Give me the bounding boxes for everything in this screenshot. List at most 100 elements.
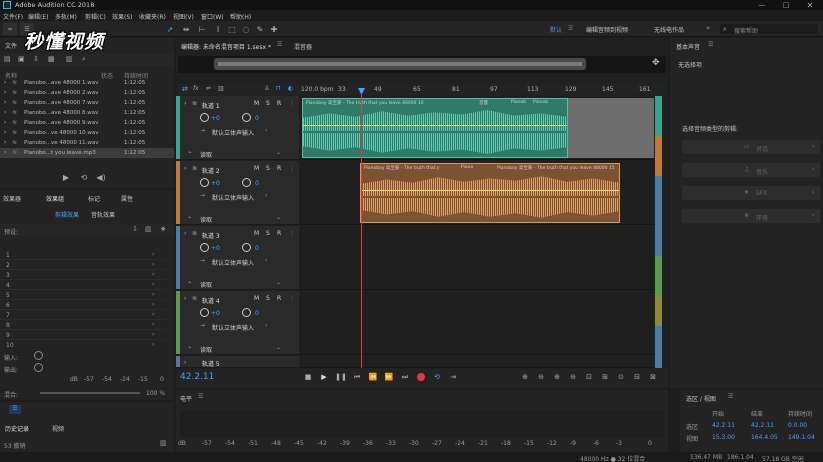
- workspace-default[interactable]: 默认: [550, 25, 562, 34]
- tab-mixer[interactable]: 混音器: [294, 42, 312, 51]
- solo-button[interactable]: S: [266, 165, 270, 172]
- tempo-icon[interactable]: ◐: [288, 85, 293, 92]
- effect-slot[interactable]: 7 ›: [0, 310, 166, 320]
- zoom-out-amplitude-icon[interactable]: ⊖: [536, 372, 546, 382]
- delete-file-icon[interactable]: ▥: [66, 55, 73, 63]
- favorite-icon[interactable]: ★: [160, 225, 166, 233]
- sends-icon[interactable]: ▥: [218, 85, 224, 92]
- input-dropdown-icon[interactable]: ›: [265, 322, 267, 329]
- automation-mode[interactable]: 读取: [200, 150, 212, 159]
- expand-icon[interactable]: ›: [4, 119, 6, 126]
- slip-tool-icon[interactable]: ⊢: [196, 23, 208, 35]
- essential-sound-title[interactable]: 基本声音: [676, 42, 700, 51]
- slot-arrow-icon[interactable]: ›: [152, 321, 154, 328]
- delete-preset-icon[interactable]: ▥: [145, 225, 152, 233]
- effect-slot[interactable]: 2 ›: [0, 260, 166, 270]
- pan-value[interactable]: 0: [255, 115, 259, 122]
- menu-item-window[interactable]: 窗口(W): [201, 12, 224, 21]
- effect-slot[interactable]: 6 ›: [0, 300, 166, 310]
- editor-menu-icon[interactable]: ☰: [277, 41, 282, 48]
- automation-mode[interactable]: 读取: [200, 215, 212, 224]
- volume-value[interactable]: +0: [211, 180, 220, 187]
- tab-history[interactable]: 历史记录: [5, 424, 29, 433]
- volume-knob[interactable]: [200, 243, 209, 252]
- rewind-button[interactable]: ⏪: [368, 372, 378, 382]
- timeline-ruler[interactable]: 120.0 bpm 33 49 65 81 97 113 129 145 161: [300, 84, 654, 95]
- menu-item-edit[interactable]: 编辑(E): [28, 12, 48, 21]
- expand-icon[interactable]: ›: [4, 139, 6, 146]
- selection-start[interactable]: 42.2.11: [712, 422, 735, 429]
- menu-item-multitrack[interactable]: 多轨(M): [55, 12, 77, 21]
- overview-strip[interactable]: ✥: [178, 56, 666, 73]
- new-file-icon[interactable]: ▤: [4, 55, 11, 63]
- slot-arrow-icon[interactable]: ›: [152, 301, 154, 308]
- solo-button[interactable]: S: [266, 295, 270, 302]
- editor-title[interactable]: 编辑器: 未命名混音项目 1.sesx *: [181, 42, 271, 51]
- record-arm-button[interactable]: R: [277, 295, 281, 302]
- razor-tool-icon[interactable]: ⇹: [180, 23, 192, 35]
- track-expand-icon[interactable]: ›: [184, 230, 186, 237]
- selection-duration[interactable]: 0.0.00: [788, 422, 807, 429]
- pan-knob[interactable]: [242, 178, 251, 187]
- input-dropdown-icon[interactable]: ›: [265, 192, 267, 199]
- track-name[interactable]: 轨道 5: [202, 359, 220, 368]
- view-duration[interactable]: 149.1.04: [788, 434, 815, 441]
- zoom-selection-icon[interactable]: ⊞: [600, 372, 610, 382]
- track-input[interactable]: 默认立体声输入: [212, 128, 254, 137]
- files-search-icon[interactable]: ⌕: [82, 55, 86, 64]
- effect-slot[interactable]: 3 ›: [0, 270, 166, 280]
- track-header-1[interactable]: › ≋ 轨道 1 M S R ⋮ +0 0 → 默认立体声输入 › ⌁ 读取 ⌄: [176, 96, 299, 160]
- go-to-start-button[interactable]: ⏮: [352, 372, 362, 382]
- record-arm-button[interactable]: R: [277, 100, 281, 107]
- menu-item-help[interactable]: 帮助(H): [230, 12, 251, 21]
- lane-color-bar[interactable]: [655, 96, 662, 368]
- fast-forward-button[interactable]: ⏩: [384, 372, 394, 382]
- audio-clip[interactable]: Pianoboy 高至豪 - The truth that y Piano Pi…: [360, 163, 620, 223]
- mix-slider[interactable]: [40, 392, 140, 394]
- track-lane-5[interactable]: [300, 356, 654, 368]
- go-to-end-button[interactable]: ⏭: [400, 372, 410, 382]
- effect-slot[interactable]: 10 ›: [0, 340, 166, 350]
- slot-arrow-icon[interactable]: ›: [152, 261, 154, 268]
- workspace-radio[interactable]: 无线电作品: [654, 25, 684, 34]
- slot-arrow-icon[interactable]: ›: [152, 291, 154, 298]
- save-preset-icon[interactable]: ⇩: [132, 225, 138, 233]
- more-workspaces-icon[interactable]: »: [706, 24, 710, 32]
- effect-slot[interactable]: 4 ›: [0, 280, 166, 290]
- stop-button[interactable]: ■: [303, 372, 313, 382]
- expand-icon[interactable]: ›: [4, 109, 6, 116]
- track-input[interactable]: 默认立体声输入: [212, 323, 254, 332]
- search-box[interactable]: ⌕ 搜索帮助: [720, 24, 818, 35]
- levels-title[interactable]: 电平: [180, 394, 192, 403]
- list-item[interactable]: › ≋ Pianobo...t you leave.mp3 1:12:05: [0, 148, 174, 158]
- zoom-track-icon[interactable]: ⊟: [632, 372, 642, 382]
- move-tool-icon[interactable]: ➚: [164, 23, 176, 35]
- pan-value[interactable]: 0: [255, 245, 259, 252]
- volume-envelope[interactable]: [361, 190, 619, 191]
- snap-icon[interactable]: ⊓: [276, 85, 281, 92]
- view-start[interactable]: 15.3.00: [712, 434, 735, 441]
- list-item[interactable]: › ≋ Pianobo...ave 48000 9.wav 1:12:05: [0, 118, 174, 128]
- record-arm-button[interactable]: R: [277, 165, 281, 172]
- track-header-4[interactable]: › ≋ 轨道 4 M S R ⋮ +0 0 → 默认立体声输入 › ⌁ 读取 ⌄: [176, 291, 299, 355]
- marquee-tool-icon[interactable]: ⬚: [226, 23, 238, 35]
- track-expand-icon[interactable]: ›: [184, 100, 186, 107]
- input-dropdown-icon[interactable]: ›: [265, 257, 267, 264]
- sync-icon[interactable]: ⇄: [182, 85, 188, 93]
- track-name[interactable]: 轨道 4: [202, 296, 220, 305]
- fx-icon[interactable]: fx: [193, 85, 199, 92]
- menu-item-clip[interactable]: 剪辑(C): [85, 12, 106, 21]
- playhead-marker-icon[interactable]: [358, 88, 365, 95]
- selection-view-title[interactable]: 选区 / 视图: [686, 394, 716, 403]
- mute-button[interactable]: M: [254, 100, 259, 107]
- menu-item-view[interactable]: 视图(V): [173, 12, 194, 21]
- selection-end[interactable]: 42.2.11: [751, 422, 774, 429]
- zoom-out-time-icon[interactable]: ⊖: [568, 372, 578, 382]
- time-selection-tool-icon[interactable]: I: [212, 23, 224, 35]
- track-options-icon[interactable]: ⋮: [289, 100, 295, 107]
- slot-arrow-icon[interactable]: ›: [152, 311, 154, 318]
- menu-item-effects[interactable]: 效果(S): [112, 12, 133, 21]
- list-item[interactable]: › ≋ Pianobo...ve 48000 11.wav 1:12:05: [0, 138, 174, 148]
- pause-button[interactable]: ❚❚: [335, 372, 347, 382]
- list-item[interactable]: › ≋ Pianobo...ave 48000 7.wav 1:12:05: [0, 98, 174, 108]
